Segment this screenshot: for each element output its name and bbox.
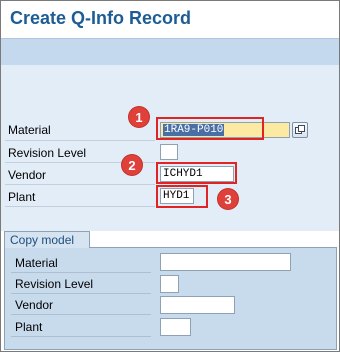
application-toolbar	[1, 38, 339, 66]
annotation-box-vendor	[156, 162, 237, 184]
label-underline	[11, 272, 151, 273]
label-underline	[5, 206, 155, 207]
copy-vendor-label: Vendor	[15, 298, 54, 312]
annotation-box-plant	[156, 185, 208, 208]
label-underline	[11, 314, 151, 315]
label-underline	[11, 336, 151, 337]
material-value-help-button[interactable]	[292, 122, 308, 138]
sap-window: Create Q-Info Record Material 1RA9-P010 …	[0, 0, 340, 352]
copy-plant-label: Plant	[15, 320, 43, 334]
plant-label: Plant	[8, 190, 36, 204]
annotation-badge-3: 3	[218, 189, 238, 209]
copy-material-label: Material	[15, 256, 58, 270]
f4-value-help-icon	[295, 125, 305, 134]
annotation-badge-2: 2	[122, 155, 142, 175]
page-title: Create Q-Info Record	[10, 8, 192, 28]
copy-model-title: Copy model	[10, 233, 75, 247]
label-underline	[5, 140, 155, 141]
copy-plant-input[interactable]	[160, 318, 191, 336]
annotation-box-material	[156, 117, 264, 140]
revision-level-label: Revision Level	[8, 146, 87, 160]
material-label: Material	[8, 123, 51, 137]
copy-revision-level-label: Revision Level	[15, 277, 94, 291]
copy-revision-level-input[interactable]	[160, 275, 179, 293]
revision-level-input[interactable]	[160, 144, 178, 160]
label-underline	[5, 184, 155, 185]
vendor-label: Vendor	[8, 168, 47, 182]
annotation-badge-1: 1	[129, 107, 149, 127]
label-underline	[11, 293, 151, 294]
copy-material-input[interactable]	[160, 253, 291, 271]
copy-vendor-input[interactable]	[160, 296, 235, 314]
